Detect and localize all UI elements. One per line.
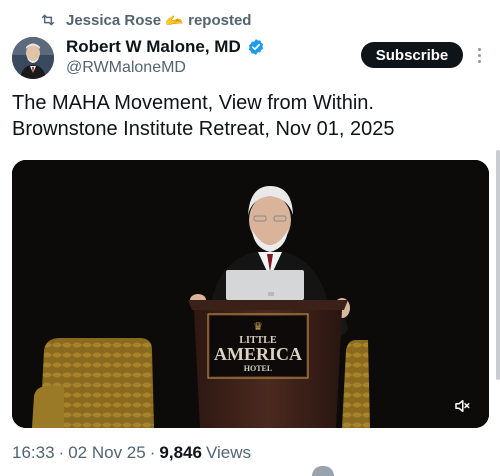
views-count: 9,846 <box>159 443 202 462</box>
subscribe-button[interactable]: Subscribe <box>361 42 463 68</box>
post-text-line-1: The MAHA Movement, View from Within. <box>12 92 374 114</box>
repost-icon <box>41 14 55 26</box>
hand-emoji: 🫴 <box>165 12 184 29</box>
partial-avatar <box>312 466 334 476</box>
right-armchair <box>342 340 370 428</box>
speaker-muted-icon[interactable] <box>453 397 471 415</box>
avatar[interactable] <box>12 37 54 79</box>
views-label: Views <box>205 443 251 462</box>
podium-logo-line-3: HOTEL <box>244 364 272 373</box>
repost-label: reposted <box>188 12 252 29</box>
author-handle[interactable]: @RWMaloneMD <box>66 59 186 77</box>
video-player[interactable]: ♛ LITTLE AMERICA HOTEL <box>12 160 489 428</box>
post-text-line-2: Brownstone Institute Retreat, Nov 01, 20… <box>12 118 395 140</box>
verified-badge-icon <box>248 39 263 55</box>
repost-header: Jessica Rose 🫴 reposted <box>40 9 251 31</box>
laptop <box>226 270 304 300</box>
repost-user[interactable]: Jessica Rose 🫴 reposted <box>66 11 251 29</box>
left-armchair <box>32 338 154 428</box>
post-time[interactable]: 16:33 <box>12 443 55 463</box>
post-meta: 16:33 · 02 Nov 25 · 9,846 Views <box>12 441 251 465</box>
meta-separator-1: · <box>58 443 65 462</box>
author-name-row[interactable]: Robert W Malone, MD <box>66 37 265 57</box>
author-name[interactable]: Robert W Malone, MD <box>66 37 241 57</box>
scrollbar[interactable] <box>496 150 500 380</box>
meta-separator-2: · <box>149 443 156 462</box>
podium-logo-line-2: AMERICA <box>214 344 302 364</box>
post-text: The MAHA Movement, View from Within. Bro… <box>12 90 482 142</box>
more-options-icon[interactable] <box>474 44 484 66</box>
post-date[interactable]: 02 Nov 25 <box>68 443 146 463</box>
podium-crest-icon: ♛ <box>253 321 263 333</box>
